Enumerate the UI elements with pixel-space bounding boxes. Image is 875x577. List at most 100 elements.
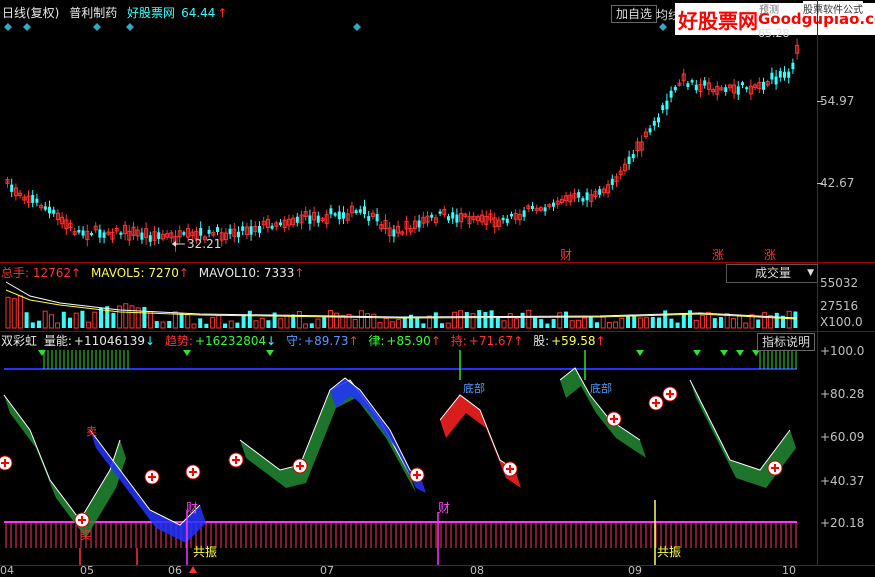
indicator-annotation-resonance: 共振 [193, 545, 218, 559]
price-axis-label: 54.97 [820, 94, 855, 108]
volume-bar [513, 318, 519, 329]
volume-bar [693, 319, 699, 329]
field-label: 持: [450, 334, 467, 348]
diamond-signal-icon [23, 23, 31, 31]
candle [505, 218, 509, 223]
volume-bar [793, 311, 798, 328]
candle [279, 222, 282, 226]
volume-bar [154, 321, 159, 328]
price-candles [5, 38, 800, 252]
indicator-axis-label: +60.09 [820, 430, 865, 444]
mavol5-label: MAVOL5: 7270 [90, 266, 179, 280]
volume-bar [756, 319, 761, 328]
diamond-signal-icon [4, 23, 12, 31]
candle [770, 72, 774, 80]
up-arrow-icon: ↑ [430, 334, 441, 348]
candle [787, 71, 791, 78]
field-label: 量能: [43, 334, 72, 348]
volume-bar [179, 313, 184, 328]
volume-bar [235, 322, 240, 328]
volume-bar [637, 317, 643, 329]
mavol10-label: MAVOL10: 7333 [198, 266, 295, 280]
volume-bar [389, 321, 395, 329]
candle [270, 225, 274, 229]
candle [661, 105, 665, 111]
candle [258, 225, 261, 233]
indicator-name: 双彩虹 [1, 334, 38, 348]
volume-bar [681, 313, 686, 328]
date-label: 07 [320, 564, 334, 577]
candle [724, 87, 728, 92]
date-label: 04 [0, 564, 14, 577]
volume-bar [68, 317, 72, 328]
mavol5-line [5, 289, 798, 320]
candle [249, 226, 253, 235]
volume-bar [582, 317, 588, 329]
volume-bar [377, 322, 383, 329]
candle [140, 232, 144, 240]
field-label: 律: [368, 334, 385, 348]
volume-bar [606, 321, 612, 329]
signal-diamonds [4, 23, 667, 31]
volume-bars [5, 281, 798, 329]
field-value: +16232804 [194, 334, 267, 348]
candle [157, 232, 161, 239]
indicator-annotation-bottom: 底部 [590, 382, 612, 395]
volume-bar [644, 317, 650, 329]
volume-bar [774, 312, 779, 328]
volume-bar [322, 317, 327, 328]
candle [648, 128, 652, 133]
candle [417, 220, 421, 228]
price-annotation-zhang: 涨 [712, 248, 725, 262]
candle [736, 86, 740, 95]
candle [552, 202, 555, 207]
triangle-down-icon [266, 350, 274, 356]
volume-bar [129, 305, 135, 329]
volume-bar [92, 311, 98, 329]
volume-bar [730, 318, 736, 329]
volume-bar [421, 323, 426, 328]
date-label: 09 [628, 564, 642, 577]
field-value: +89.73 [304, 334, 349, 348]
indicator-selector[interactable]: 成交量 ▼ [726, 264, 818, 283]
volume-bar [167, 320, 172, 328]
candle [237, 231, 240, 238]
volume-bar [334, 312, 340, 329]
volume-bar [185, 314, 191, 329]
candle [598, 189, 602, 195]
volume-bar [99, 307, 103, 328]
candle [673, 86, 677, 91]
diamond-signal-icon [353, 23, 361, 31]
candle [577, 192, 581, 198]
candle [455, 214, 459, 223]
volume-bar [533, 317, 537, 328]
candle [333, 213, 337, 216]
total-volume-label: 总手: 12762 [1, 266, 72, 280]
volume-bar [402, 317, 407, 328]
volume-bar [539, 319, 544, 328]
volume-bar [569, 320, 575, 329]
candle [669, 90, 673, 98]
volume-bar [575, 319, 581, 329]
candle [358, 209, 362, 213]
candle [585, 192, 589, 201]
candle [367, 216, 371, 221]
volume-bar [86, 321, 92, 329]
volume-bar [61, 311, 66, 328]
candle [510, 213, 513, 217]
volume-bar [588, 316, 593, 328]
candle [216, 227, 219, 233]
indicator-help-button[interactable]: 指标说明 [757, 333, 816, 351]
volume-bar [352, 319, 358, 329]
volume-bar [228, 320, 234, 329]
volume-bar [210, 317, 216, 329]
volume-bar [55, 322, 61, 329]
volume-bar [470, 313, 476, 329]
candle [98, 229, 102, 238]
indicator-annotation-resonance: 共振 [657, 545, 682, 559]
indicator-annotation-cai: 财 [186, 501, 199, 515]
field-label: 股: [533, 334, 550, 348]
candle [77, 229, 81, 233]
candle [741, 82, 744, 85]
up-arrow-icon: ↑ [178, 266, 189, 280]
